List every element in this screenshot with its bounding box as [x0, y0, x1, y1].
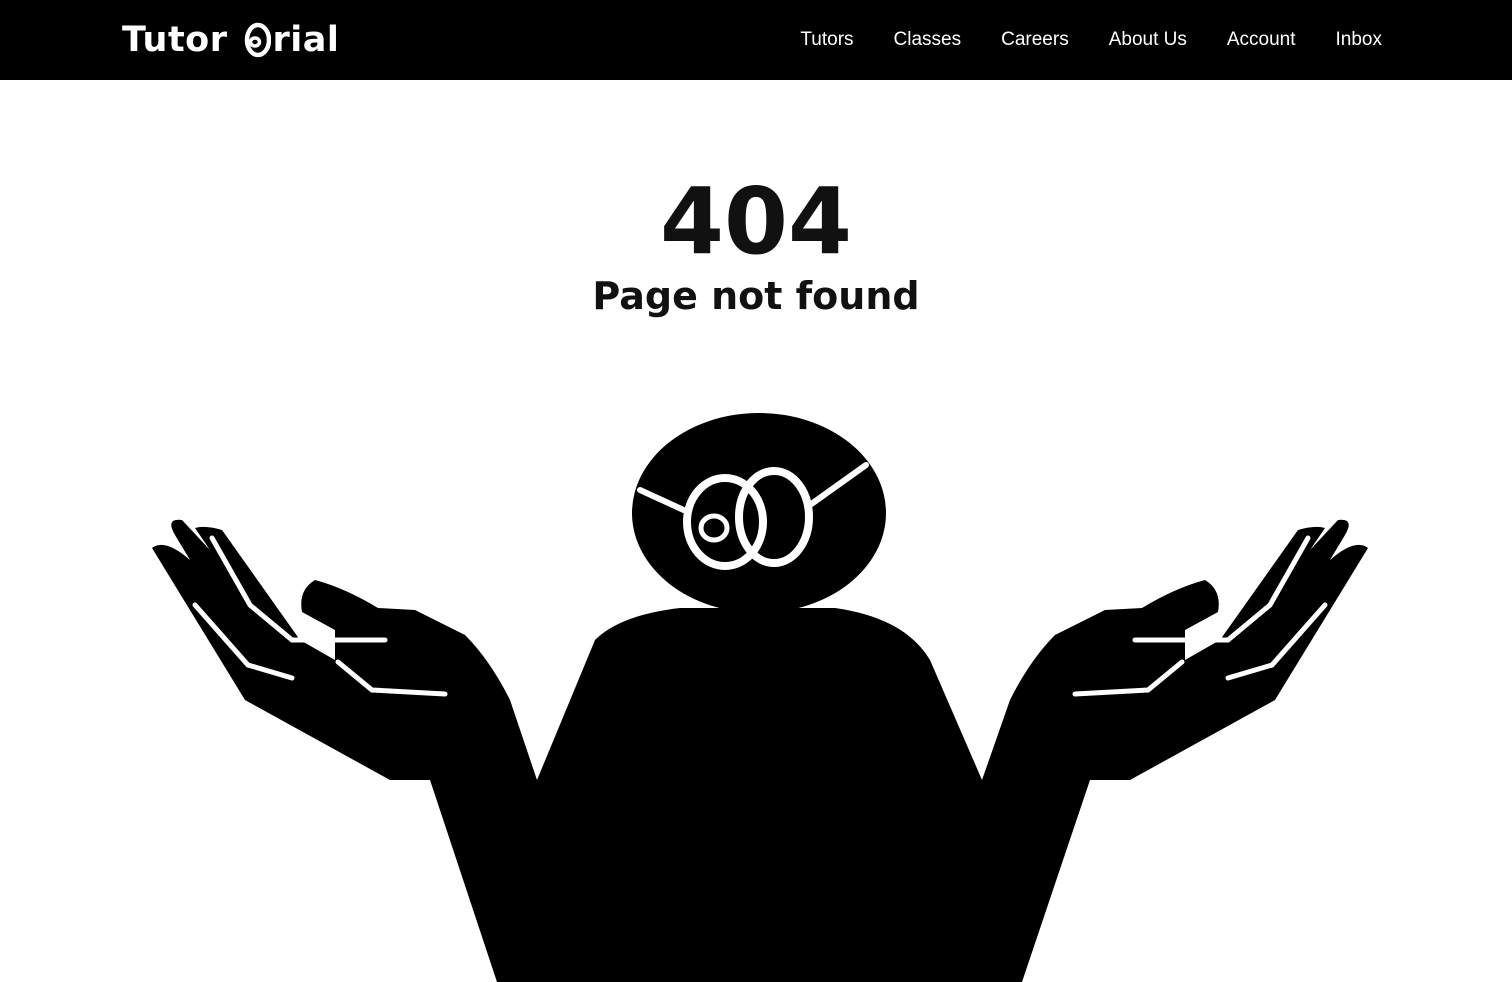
error-message: Page not found — [592, 274, 920, 318]
shrugging-figure-illustration — [152, 413, 1368, 982]
left-hand — [152, 519, 537, 780]
right-hand — [982, 519, 1368, 780]
error-code: 404 — [659, 168, 853, 275]
figure-body — [430, 608, 1090, 982]
